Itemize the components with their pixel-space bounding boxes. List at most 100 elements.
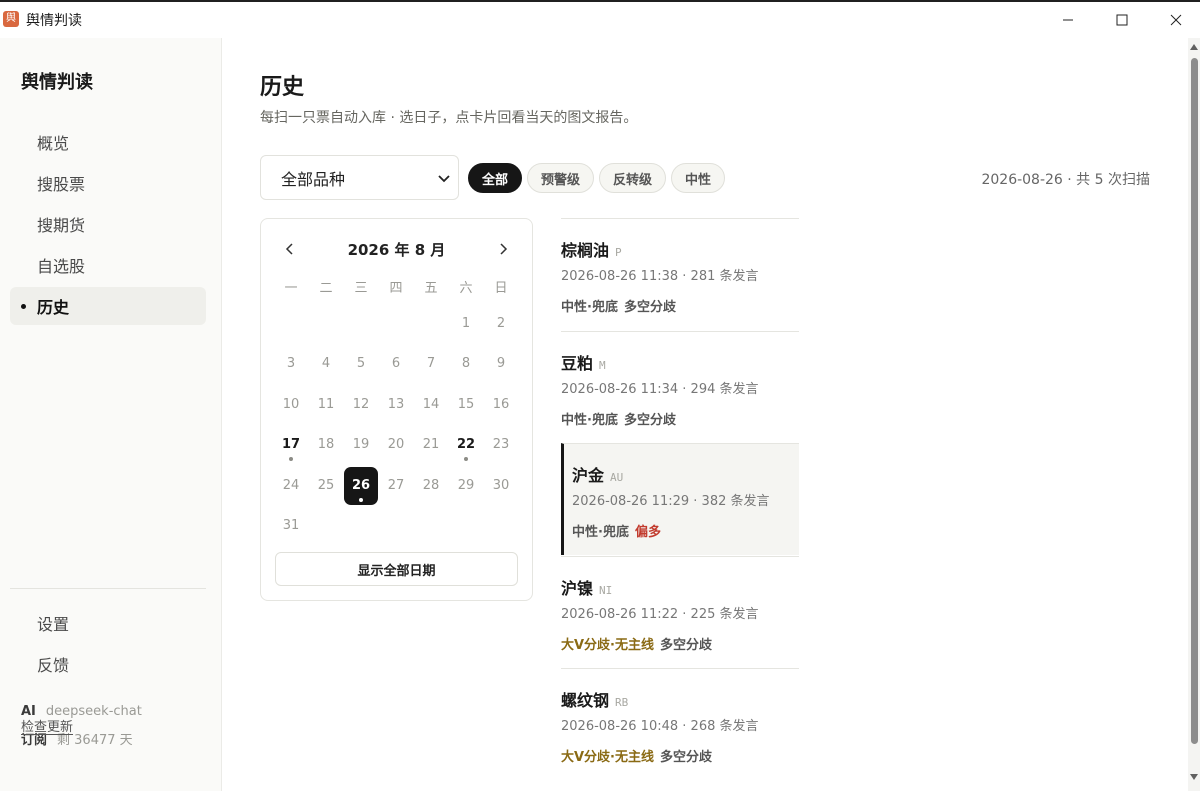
close-button[interactable]	[1149, 2, 1200, 38]
sidebar-item-label: 概览	[37, 134, 70, 153]
active-indicator-dot	[21, 304, 26, 309]
calendar-day[interactable]: 4	[309, 345, 343, 383]
maximize-icon	[1116, 14, 1128, 26]
calendar-day[interactable]: 10	[274, 386, 308, 424]
app-icon: 舆	[3, 11, 19, 27]
calendar-day[interactable]: 9	[484, 345, 518, 383]
sentiment-tag: 多空分歧	[623, 300, 676, 315]
calendar: 2026 年 8 月 一二三四五六日 1 2 3 4 5 6 7 8 9 10 11 12 13 14 15 1…	[260, 218, 533, 601]
scan-card-title: 豆粕 M	[561, 350, 606, 374]
instrument-name: 豆粕	[561, 353, 594, 373]
sidebar-item-label: 搜期货	[37, 216, 86, 235]
scan-time: 2026-08-26 10:48 · 268 条发言	[561, 719, 759, 734]
calendar-day[interactable]: 16	[484, 386, 518, 424]
weekday-label: 四	[389, 281, 403, 296]
sidebar-item-label: 自选股	[37, 257, 86, 276]
show-all-dates-button[interactable]: 显示全部日期	[275, 552, 518, 586]
scan-card[interactable]: 沪金 AU 2026-08-26 11:29 · 382 条发言 中性·兜底 偏多	[561, 443, 799, 555]
calendar-day[interactable]: 7	[414, 345, 448, 383]
sidebar: 舆情判读 概览 搜股票 搜期货 自选股 历史 设置 反馈 AI deepseek-…	[0, 38, 222, 791]
calendar-day[interactable]: 31	[274, 507, 308, 545]
calendar-day[interactable]: 2	[484, 305, 518, 343]
instrument-name: 沪镍	[561, 578, 594, 598]
scan-count-info: 2026-08-26 · 共 5 次扫描	[981, 172, 1150, 188]
instrument-code: M	[599, 358, 606, 372]
calendar-day[interactable]: 23	[484, 426, 518, 464]
calendar-day[interactable]: 12	[344, 386, 378, 424]
chevron-down-icon	[438, 175, 450, 183]
scan-time: 2026-08-26 11:34 · 294 条发言	[561, 381, 759, 397]
instrument-name: 沪金	[572, 466, 605, 485]
scroll-down-arrow-icon[interactable]	[1190, 774, 1198, 780]
filter-all[interactable]: 全部	[468, 163, 522, 193]
filter-neutral[interactable]: 中性	[671, 163, 725, 193]
page-title: 历史	[260, 75, 305, 100]
sidebar-item-settings[interactable]: 设置	[10, 604, 206, 642]
calendar-day[interactable]: 13	[379, 386, 413, 424]
scrollbar-thumb[interactable]	[1191, 58, 1198, 744]
filter-warning[interactable]: 预警级	[527, 163, 594, 193]
calendar-day[interactable]: 11	[309, 386, 343, 424]
scan-tags: 中性·兜底 多空分歧	[561, 296, 676, 315]
scroll-up-arrow-icon[interactable]	[1190, 44, 1198, 50]
scan-time: 2026-08-26 11:38 · 281 条发言	[561, 269, 759, 284]
scan-card-title: 沪镍 NI	[561, 575, 612, 599]
filter-reversal[interactable]: 反转级	[599, 163, 666, 193]
scan-time: 2026-08-26 11:29 · 382 条发言	[572, 494, 770, 509]
weekday-label: 日	[494, 281, 508, 296]
instrument-code: AU	[610, 471, 624, 484]
sidebar-item-search-futures[interactable]: 搜期货	[10, 205, 206, 243]
scan-tags: 中性·兜底 多空分歧	[561, 409, 676, 428]
weekday-label: 五	[424, 281, 438, 296]
sidebar-item-search-stocks[interactable]: 搜股票	[10, 164, 206, 202]
calendar-day[interactable]: 27	[379, 467, 413, 505]
minimize-icon	[1063, 19, 1073, 21]
calendar-day[interactable]: 26	[344, 467, 378, 505]
scan-card[interactable]: 棕榈油 P 2026-08-26 11:38 · 281 条发言 中性·兜底 多空分歧	[561, 218, 799, 330]
calendar-day[interactable]: 8	[449, 345, 483, 383]
sentiment-tag: 大V分歧·无主线	[561, 637, 654, 653]
calendar-day[interactable]: 21	[414, 426, 448, 464]
check-update-link[interactable]: 检查更新	[21, 716, 73, 735]
calendar-day[interactable]: 20	[379, 426, 413, 464]
next-month-button[interactable]	[493, 239, 513, 259]
brand-title: 舆情判读	[21, 72, 93, 93]
sidebar-item-overview[interactable]: 概览	[10, 123, 206, 161]
subscription-label: 订阅	[21, 733, 48, 748]
variety-select[interactable]: 全部品种	[260, 155, 459, 200]
calendar-day[interactable]: 22	[449, 426, 483, 464]
sidebar-item-feedback[interactable]: 反馈	[10, 645, 206, 683]
calendar-day[interactable]: 18	[309, 426, 343, 464]
sentiment-tag: 中性·兜底	[561, 300, 618, 315]
maximize-button[interactable]	[1095, 2, 1149, 38]
calendar-day[interactable]: 6	[379, 345, 413, 383]
sentiment-tag: 多空分歧	[660, 637, 713, 653]
sidebar-item-watchlist[interactable]: 自选股	[10, 246, 206, 284]
sentiment-tag: 大V分歧·无主线	[561, 750, 654, 765]
sidebar-divider	[10, 588, 206, 589]
calendar-day[interactable]: 29	[449, 467, 483, 505]
calendar-day[interactable]: 24	[274, 467, 308, 505]
sidebar-item-history[interactable]: 历史	[10, 287, 206, 325]
scan-card[interactable]: 螺纹钢 RB 2026-08-26 10:48 · 268 条发言 大V分歧·无主线多…	[561, 668, 799, 780]
calendar-day[interactable]: 19	[344, 426, 378, 464]
sidebar-item-label: 设置	[37, 615, 70, 634]
scan-card[interactable]: 豆粕 M 2026-08-26 11:34 · 294 条发言 中性·兜底 多空分歧	[561, 330, 799, 443]
sentiment-tag: 多空分歧	[623, 412, 676, 428]
instrument-name: 棕榈油	[561, 241, 610, 260]
minimize-button[interactable]	[1041, 2, 1095, 38]
instrument-code: RB	[615, 696, 629, 709]
weekday-label: 六	[459, 281, 473, 296]
calendar-day[interactable]: 17	[274, 426, 308, 464]
calendar-day[interactable]: 28	[414, 467, 448, 505]
calendar-day[interactable]: 15	[449, 386, 483, 424]
calendar-day[interactable]: 25	[309, 467, 343, 505]
calendar-day[interactable]: 5	[344, 345, 378, 383]
calendar-day[interactable]: 30	[484, 467, 518, 505]
scan-card[interactable]: 沪镍 NI 2026-08-26 11:22 · 225 条发言 大V分歧·无主线 多空…	[561, 555, 799, 668]
calendar-day[interactable]: 14	[414, 386, 448, 424]
calendar-day[interactable]: 1	[449, 305, 483, 343]
calendar-day[interactable]: 3	[274, 345, 308, 383]
sentiment-tag: 中性·兜底	[572, 525, 629, 540]
sidebar-item-label: 搜股票	[37, 175, 86, 194]
